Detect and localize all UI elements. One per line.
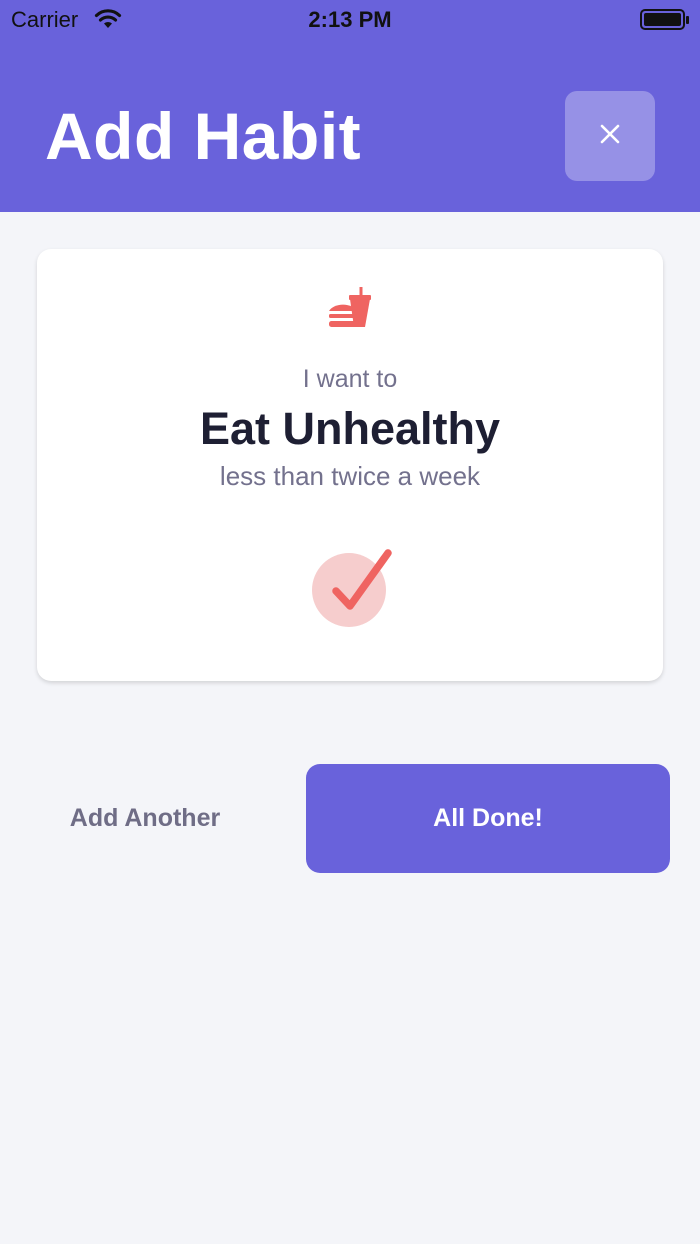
status-time: 2:13 PM [308, 7, 392, 32]
all-done-button[interactable]: All Done! [306, 764, 670, 873]
fast-food-icon [328, 287, 374, 336]
habit-name: Eat Unhealthy [199, 403, 501, 454]
habit-frequency: less than twice a week [219, 461, 481, 491]
add-another-button[interactable]: Add Another [30, 804, 260, 833]
header: Carrier 2:13 PM Add Habit [0, 0, 700, 212]
battery-full-icon [640, 9, 690, 36]
close-icon [599, 123, 621, 150]
checkmark-icon [309, 547, 399, 636]
habit-card: I want to Eat Unhealthy less than twice … [37, 249, 663, 681]
page-title: Add Habit [45, 99, 362, 173]
habit-intro: I want to [302, 365, 398, 393]
close-button[interactable] [565, 91, 655, 181]
status-bar: Carrier 2:13 PM [0, 0, 700, 40]
